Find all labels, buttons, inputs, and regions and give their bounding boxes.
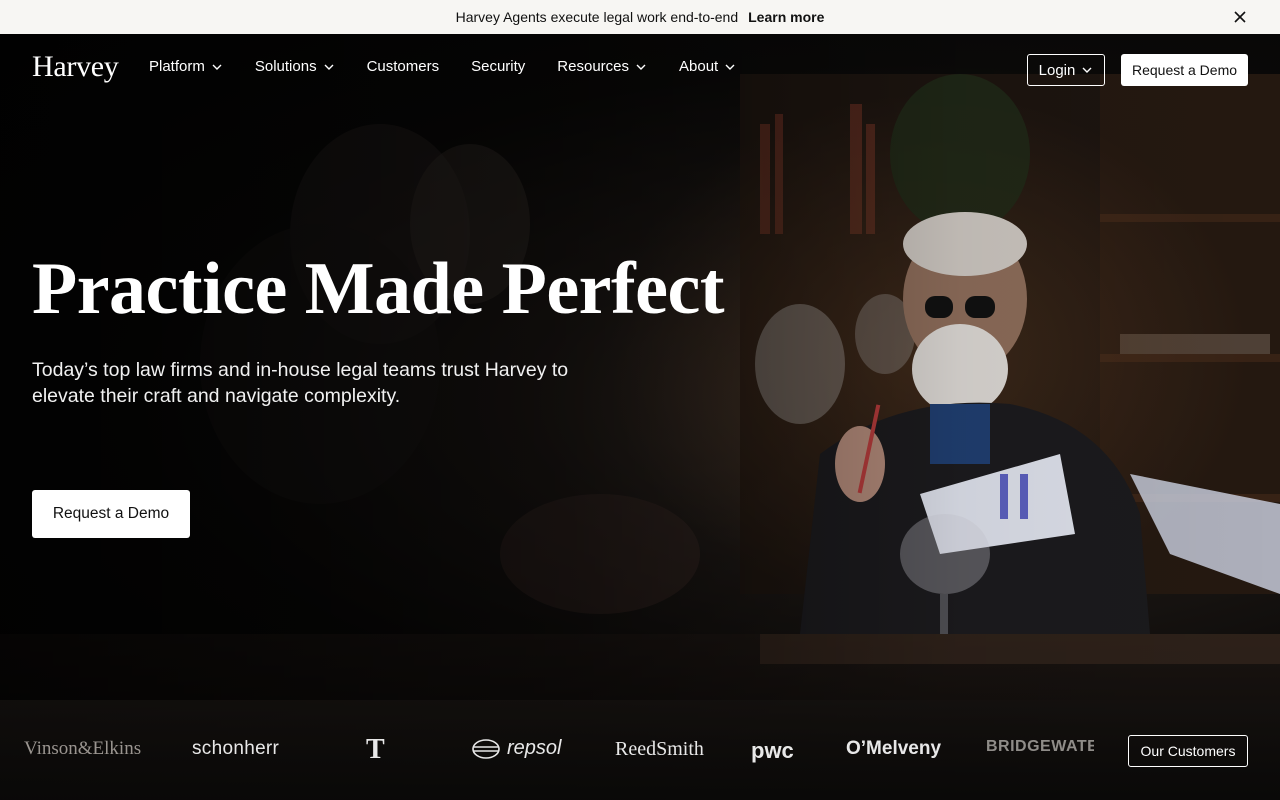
chevron-down-icon (725, 64, 735, 70)
nav-item-customers[interactable]: Customers (367, 58, 440, 75)
nav-item-platform[interactable]: Platform (149, 58, 223, 75)
hero-subhead: Today’s top law firms and in-house legal… (32, 359, 569, 407)
learn-more-link[interactable]: Learn more (748, 9, 824, 25)
announcement-bar: Harvey Agents execute legal work end-to-… (0, 0, 1280, 34)
chevron-down-icon (324, 64, 334, 70)
request-demo-nav-button[interactable]: Request a Demo (1121, 54, 1248, 86)
hero-overlay (0, 34, 1280, 800)
main-nav: Harvey Platform Solutions Customers Secu… (0, 34, 1280, 104)
chevron-down-icon (636, 64, 646, 70)
chevron-down-icon (212, 64, 222, 70)
announcement-text: Harvey Agents execute legal work end-to-… (455, 9, 739, 25)
client-logo-bridgewater: BRIDGEWATER (986, 738, 1094, 755)
close-icon[interactable] (1232, 9, 1248, 25)
login-button[interactable]: Login (1027, 54, 1105, 86)
request-demo-hero-button[interactable]: Request a Demo (32, 490, 190, 538)
nav-menu: Platform Solutions Customers Security Re… (149, 58, 768, 75)
chevron-down-icon (1082, 67, 1092, 73)
nav-item-label: Platform (149, 58, 205, 75)
client-logo-repsol: repsol (471, 737, 561, 760)
client-logo-reedsmith: ReedSmith (615, 738, 704, 760)
nav-item-label: Customers (366, 58, 440, 75)
client-logo-strip: Vinson&Elkins schonherr T repsol ReedSmi… (0, 700, 1280, 800)
repsol-wordmark: repsol (507, 737, 562, 759)
client-logo-omelveny: O’Melveny (846, 738, 942, 759)
nav-item-label: About (679, 58, 719, 75)
hero-headline: Practice Made Perfect (32, 248, 725, 330)
nav-item-label: Security (471, 58, 526, 75)
client-logo-telekom: T (366, 734, 385, 765)
nav-item-label: Resources (557, 58, 629, 75)
nav-item-solutions[interactable]: Solutions (255, 58, 335, 75)
login-label: Login (1038, 61, 1076, 79)
client-logo-vinson-elkins: Vinson&Elkins (24, 738, 142, 759)
our-customers-button[interactable]: Our Customers (1128, 735, 1248, 767)
nav-item-resources[interactable]: Resources (557, 58, 647, 75)
nav-item-label: Solutions (254, 58, 317, 75)
repsol-icon (472, 738, 500, 759)
client-logo-pwc: pwc (751, 738, 794, 763)
harvey-logo[interactable]: Harvey (32, 50, 119, 84)
client-logo-schonherr: schonherr (192, 738, 280, 759)
hero-section (0, 34, 1280, 800)
nav-item-security[interactable]: Security (471, 58, 525, 75)
nav-item-about[interactable]: About (679, 58, 736, 75)
